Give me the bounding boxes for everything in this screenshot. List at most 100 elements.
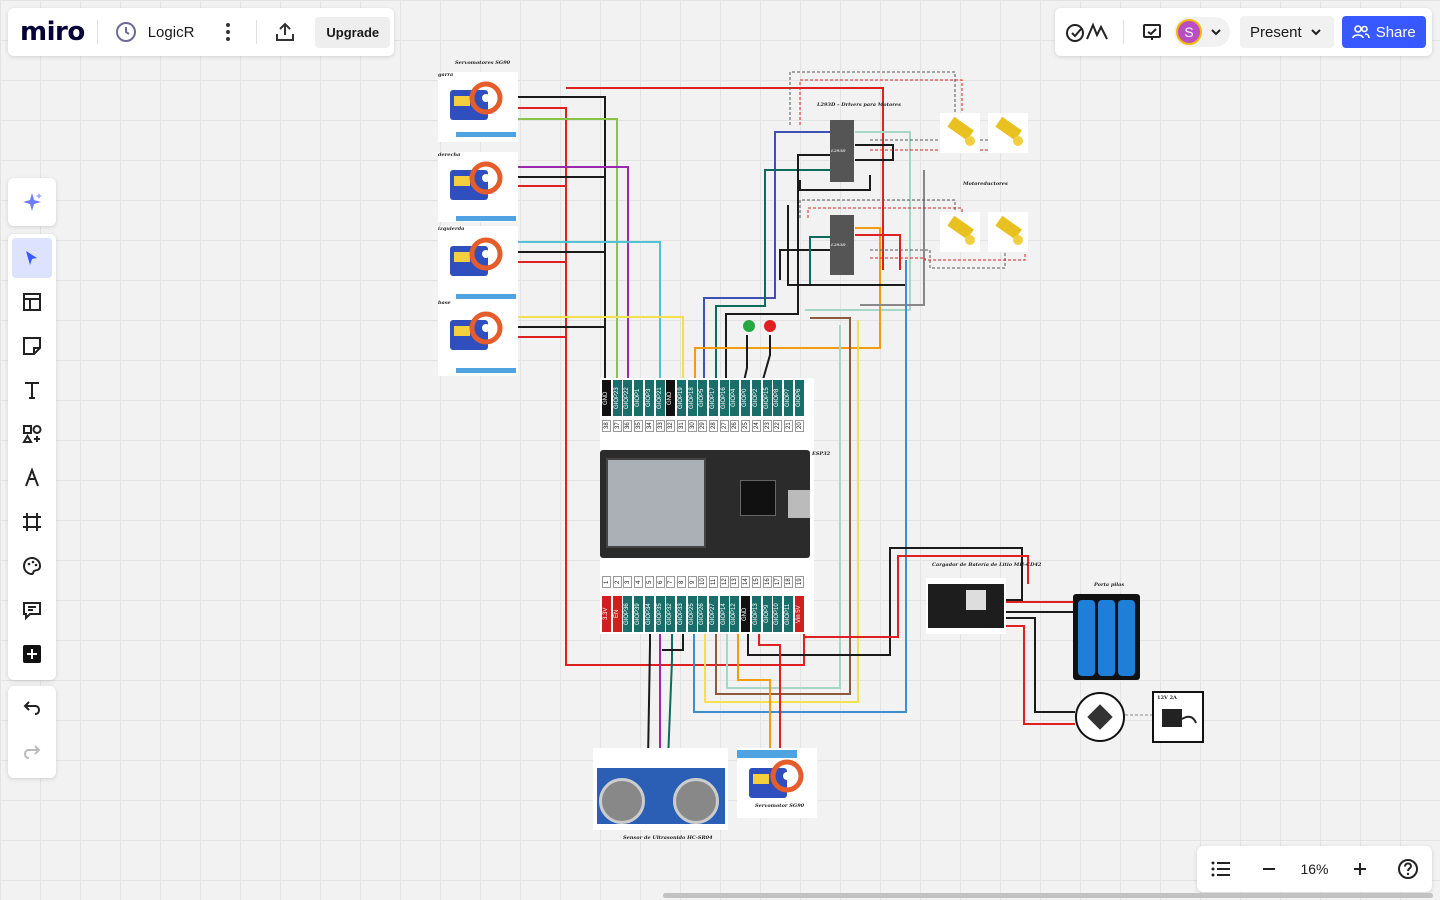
text-icon xyxy=(25,382,39,399)
power-adapter[interactable]: 12V 2A xyxy=(1152,691,1204,743)
esp32-pcb xyxy=(600,450,810,558)
board-history-icon[interactable] xyxy=(110,16,142,48)
esp32-pin-label: GIOP22 xyxy=(623,380,633,416)
esp32-pin-number: 12 xyxy=(719,576,729,588)
servo-icon xyxy=(737,750,804,798)
charger-title: Cargador de Batería de Litio MH-CD42 xyxy=(932,562,1042,568)
gear-motor-icon xyxy=(995,116,1023,146)
battery-holder[interactable] xyxy=(1073,594,1140,680)
templates-icon xyxy=(23,293,41,311)
servo-derecha[interactable]: derecha xyxy=(438,152,518,222)
text-tool[interactable] xyxy=(8,368,56,412)
servo-base[interactable]: base xyxy=(438,300,518,376)
push-button-green[interactable] xyxy=(743,320,755,332)
esp32-pin-number: 9 xyxy=(687,576,697,588)
gear-motor-icon xyxy=(947,116,975,146)
esp32-pin-number: 6 xyxy=(655,576,665,588)
horizontal-scrollbar[interactable] xyxy=(663,893,1433,898)
present-button[interactable]: Present xyxy=(1240,16,1334,48)
l293d-chip-2[interactable]: L293D xyxy=(830,215,854,275)
undo-button[interactable] xyxy=(8,686,56,730)
esp32-pin-label: GIOP35 xyxy=(655,596,665,632)
servo-garra[interactable]: garra xyxy=(438,72,518,142)
servo-izquierda[interactable]: izquierda xyxy=(438,226,518,300)
more-apps-tool[interactable] xyxy=(8,632,56,676)
divider xyxy=(1123,20,1124,44)
servo-label: izquierda xyxy=(438,226,465,232)
frame-tool[interactable] xyxy=(8,500,56,544)
chip-label: L293D xyxy=(831,148,846,153)
miro-logo[interactable]: miro xyxy=(20,17,85,47)
comment-tool[interactable] xyxy=(8,588,56,632)
help-icon[interactable] xyxy=(1392,853,1424,885)
presentation-icon[interactable] xyxy=(1136,16,1168,48)
ultrasonic-sensor[interactable] xyxy=(593,748,728,830)
redo-button[interactable] xyxy=(8,730,56,774)
shapes-tool[interactable] xyxy=(8,412,56,456)
esp32-pin-label: GIOP14 xyxy=(719,596,729,632)
esp32-label: ESP32 xyxy=(812,451,831,457)
zoom-in-icon[interactable] xyxy=(1344,853,1376,885)
dc-jack[interactable] xyxy=(1075,692,1125,742)
esp32-pin-label: GIOP2 xyxy=(751,380,761,416)
esp32-pin-number: 29 xyxy=(698,420,708,432)
esp32-pin-number: 5 xyxy=(644,576,654,588)
ai-sparkle-icon[interactable] xyxy=(16,186,48,218)
share-button[interactable]: Share xyxy=(1341,16,1426,48)
frame-icon xyxy=(23,513,41,531)
wire xyxy=(1005,625,1075,725)
esp32-pin-label: GIOP13 xyxy=(751,596,761,632)
esp32-pin-label: GIOP4 xyxy=(730,380,740,416)
avatar[interactable]: S xyxy=(1176,19,1202,45)
charger-module[interactable] xyxy=(926,578,1006,634)
esp32-pin-number: 34 xyxy=(644,420,654,432)
esp32-pin-number: 31 xyxy=(676,420,686,432)
reactions-icon[interactable] xyxy=(1063,16,1111,48)
motors-title: Motoreductores xyxy=(963,181,1008,187)
sticky-note-icon xyxy=(23,337,41,355)
esp32-board[interactable]: GND 38 GIOP23 37 GIOP22 36 GIOP1 35 GIOP3 34 GIOP2… xyxy=(600,378,814,634)
motor-2[interactable] xyxy=(988,113,1028,153)
esp32-pin-number: 33 xyxy=(655,420,665,432)
l293d-chip-1[interactable]: L293D xyxy=(830,120,854,182)
esp32-pin-number: 20 xyxy=(794,420,804,432)
templates-tool[interactable] xyxy=(8,280,56,324)
motor-4[interactable] xyxy=(988,212,1028,252)
servo-icon xyxy=(450,161,516,221)
dashed-wire xyxy=(870,249,1006,269)
frames-list-icon[interactable] xyxy=(1205,853,1237,885)
esp32-chip xyxy=(740,480,776,516)
esp32-pin-label: GIOP16 xyxy=(719,380,729,416)
collaborators-menu[interactable]: S xyxy=(1174,17,1230,47)
plus-square-icon xyxy=(23,645,41,663)
push-button-red[interactable] xyxy=(764,320,776,332)
wire xyxy=(517,96,606,390)
zoom-out-icon[interactable] xyxy=(1253,853,1285,885)
sticky-note-tool[interactable] xyxy=(8,324,56,368)
wire xyxy=(1005,617,1075,713)
chevron-down-icon xyxy=(1310,29,1321,36)
board-canvas[interactable]: Servomotores SG90 garra derecha izquierd… xyxy=(0,0,1440,900)
upgrade-button[interactable]: Upgrade xyxy=(315,16,391,48)
motor-1[interactable] xyxy=(940,113,980,153)
divider xyxy=(96,20,98,44)
board-name[interactable]: LogicR xyxy=(148,24,195,41)
esp32-pin-number: 18 xyxy=(783,576,793,588)
esp32-pin-label: GND xyxy=(741,596,751,632)
gear-motor-icon xyxy=(947,215,975,245)
stickers-tool[interactable] xyxy=(8,544,56,588)
esp32-pin-number: 22 xyxy=(773,420,783,432)
ultrasonic-eye-right xyxy=(673,778,719,824)
esp32-pin-number: 17 xyxy=(773,576,783,588)
motor-3[interactable] xyxy=(940,212,980,252)
usb-port xyxy=(788,490,810,518)
esp32-pin-number: 28 xyxy=(709,420,718,432)
esp32-pin-label: GIOP18 xyxy=(687,380,697,416)
select-tool[interactable] xyxy=(12,238,52,278)
board-menu-icon[interactable] xyxy=(212,16,244,48)
pen-tool[interactable] xyxy=(8,456,56,500)
esp32-pin-label: GND xyxy=(666,380,676,416)
zoom-level[interactable]: 16% xyxy=(1300,861,1328,877)
export-icon[interactable] xyxy=(269,16,301,48)
esp32-pin-label: GIOP23 xyxy=(612,380,622,416)
